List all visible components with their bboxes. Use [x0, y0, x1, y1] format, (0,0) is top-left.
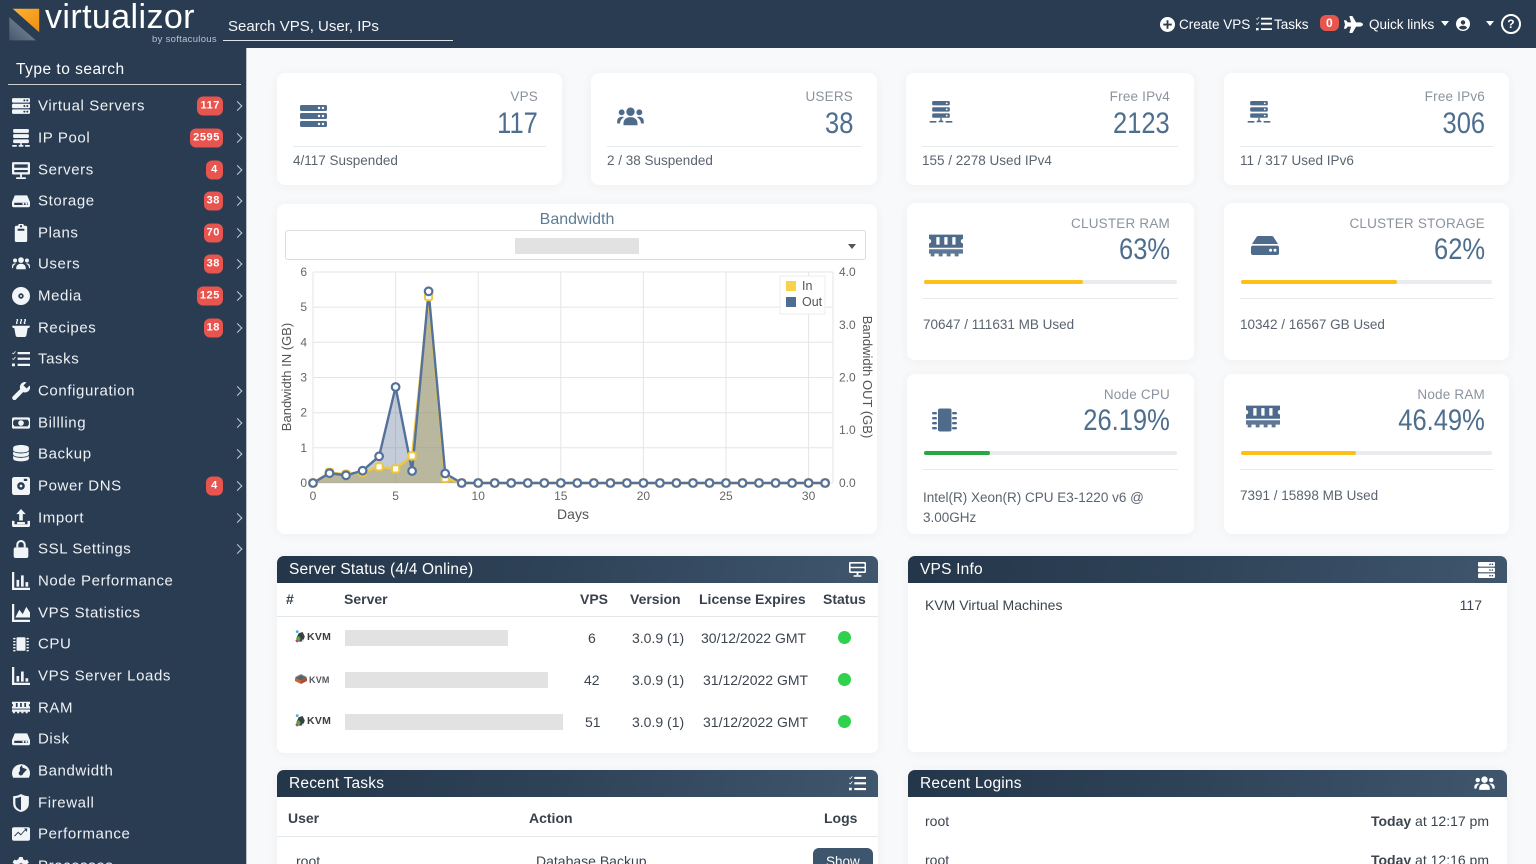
svg-text:30: 30 [802, 489, 816, 503]
svg-text:3: 3 [300, 371, 307, 385]
svg-text:5: 5 [392, 489, 399, 503]
svg-text:25: 25 [719, 489, 733, 503]
svg-text:1: 1 [300, 441, 307, 455]
svg-text:In: In [802, 279, 812, 293]
svg-text:10: 10 [472, 489, 486, 503]
svg-text:2.0: 2.0 [839, 371, 856, 385]
svg-text:Bandwidth IN (GB): Bandwidth IN (GB) [279, 323, 294, 431]
svg-text:4: 4 [300, 335, 307, 349]
svg-text:5: 5 [300, 300, 307, 314]
svg-text:6: 6 [300, 265, 307, 279]
svg-text:Bandwidth OUT (GB): Bandwidth OUT (GB) [860, 316, 875, 439]
svg-text:Days: Days [557, 506, 589, 522]
svg-text:20: 20 [637, 489, 651, 503]
svg-text:1.0: 1.0 [839, 423, 856, 437]
svg-text:Out: Out [802, 295, 823, 309]
svg-text:0.0: 0.0 [839, 476, 856, 490]
svg-text:0: 0 [300, 476, 307, 490]
svg-text:3.0: 3.0 [839, 318, 856, 332]
svg-text:2: 2 [300, 406, 307, 420]
svg-text:?: ? [1507, 17, 1514, 31]
svg-text:15: 15 [554, 489, 568, 503]
svg-text:4.0: 4.0 [839, 265, 856, 279]
svg-text:0: 0 [310, 489, 317, 503]
